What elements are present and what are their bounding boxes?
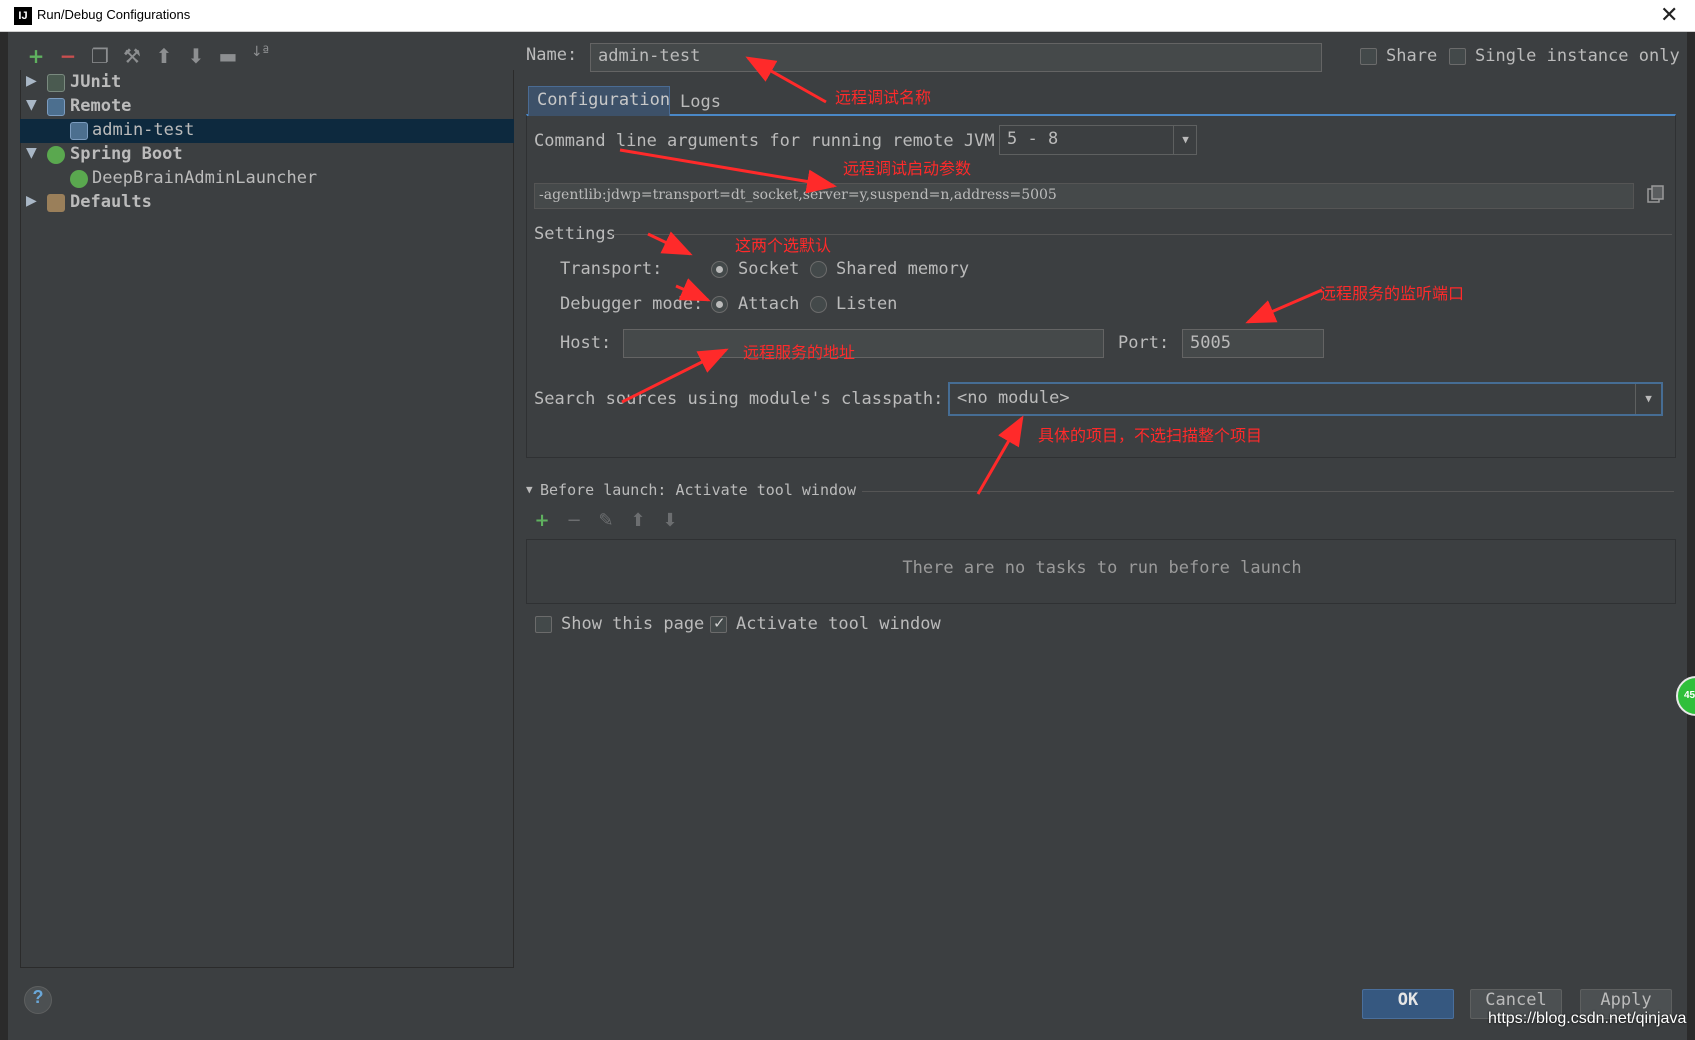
add-task-icon[interactable]: + xyxy=(532,510,552,532)
tree-item-admin-test[interactable]: admin-test xyxy=(20,119,514,143)
tree-item-remote[interactable]: ▼ Remote xyxy=(20,95,514,119)
tree-item-label: admin-test xyxy=(92,120,195,140)
title-bar: IJ Run/Debug Configurations ✕ xyxy=(0,0,1695,32)
tab-logs[interactable]: Logs xyxy=(672,88,728,116)
help-button[interactable]: ? xyxy=(24,986,52,1014)
expand-icon[interactable]: ▶ xyxy=(26,73,37,89)
annotation-server-address: 远程服务的地址 xyxy=(743,343,856,362)
annotation-listen-port: 远程服务的监听端口 xyxy=(1320,284,1465,303)
dropdown-arrow-icon[interactable]: ▼ xyxy=(1635,384,1661,414)
add-icon[interactable]: + xyxy=(25,44,47,68)
defaults-wrench-icon xyxy=(47,194,65,212)
background-strip-right xyxy=(1687,32,1695,1040)
tree-item-defaults[interactable]: ▶ Defaults xyxy=(20,191,514,215)
window-title: Run/Debug Configurations xyxy=(37,7,191,22)
annotation-debug-args: 远程调试启动参数 xyxy=(843,159,972,178)
ok-button[interactable]: OK xyxy=(1362,989,1454,1019)
transport-shared-label: Shared memory xyxy=(836,259,970,279)
tab-configuration[interactable]: Configuration xyxy=(528,86,670,116)
before-launch-divider xyxy=(862,491,1674,492)
single-instance-checkbox[interactable] xyxy=(1449,48,1466,65)
module-label: Search sources using module's classpath: xyxy=(534,389,944,409)
expand-icon[interactable]: ▶ xyxy=(26,193,37,209)
activate-tool-window-label: Activate tool window xyxy=(736,614,941,634)
name-label: Name: xyxy=(526,45,578,65)
tasks-list: There are no tasks to run before launch xyxy=(526,539,1676,604)
transport-socket-radio[interactable] xyxy=(711,261,728,278)
copy-icon[interactable] xyxy=(1646,184,1666,204)
floating-badge[interactable]: 45 xyxy=(1676,676,1695,716)
collapse-icon[interactable]: ▼ xyxy=(26,97,37,113)
spring-boot-icon xyxy=(70,170,88,188)
remote-config-icon xyxy=(70,122,88,140)
spring-boot-icon xyxy=(47,146,65,164)
remove-icon[interactable]: − xyxy=(57,44,79,68)
before-launch-label: Before launch: Activate tool window xyxy=(540,481,857,499)
tree-item-junit[interactable]: ▶ JUnit xyxy=(20,71,514,95)
annotation-debug-name: 远程调试名称 xyxy=(835,88,932,107)
folder-icon[interactable]: ▬ xyxy=(217,44,239,68)
annotation-two-defaults: 这两个选默认 xyxy=(735,236,832,255)
settings-label: Settings xyxy=(534,224,616,244)
sort-icon[interactable]: ↓ª xyxy=(249,44,271,66)
tree-item-spring-boot[interactable]: ▼ Spring Boot xyxy=(20,143,514,167)
close-icon[interactable]: ✕ xyxy=(1660,2,1678,28)
host-label: Host: xyxy=(560,333,612,353)
debugger-listen-radio[interactable] xyxy=(810,296,827,313)
watermark: https://blog.csdn.net/qinjava xyxy=(1488,1010,1687,1027)
remote-icon xyxy=(47,98,65,116)
remove-task-icon[interactable]: − xyxy=(564,510,584,532)
debugger-attach-radio[interactable] xyxy=(711,296,728,313)
collapse-icon[interactable]: ▼ xyxy=(26,145,37,161)
tree-item-label: Defaults xyxy=(70,192,152,212)
tree-item-label: JUnit xyxy=(70,72,122,92)
empty-tasks-text: There are no tasks to run before launch xyxy=(902,558,1302,578)
collapse-icon[interactable]: ▼ xyxy=(526,483,533,496)
debugger-mode-label: Debugger mode: xyxy=(560,294,704,314)
transport-label: Transport: xyxy=(560,259,663,279)
debugger-attach-label: Attach xyxy=(738,294,800,314)
activate-tool-window-checkbox[interactable] xyxy=(710,614,727,633)
host-input[interactable] xyxy=(623,329,1104,358)
move-up-icon[interactable]: ⬆ xyxy=(628,510,648,532)
port-label: Port: xyxy=(1118,333,1170,353)
arrow-down-icon[interactable]: ⬇ xyxy=(185,44,207,68)
share-label: Share xyxy=(1386,46,1438,66)
junit-icon xyxy=(47,74,65,92)
tree-item-label: DeepBrainAdminLauncher xyxy=(92,168,318,188)
port-input[interactable]: 5005 xyxy=(1182,329,1324,358)
edit-task-icon[interactable]: ✎ xyxy=(596,510,616,532)
cmd-args-label: Command line arguments for running remot… xyxy=(534,131,995,151)
annotation-project-note: 具体的项目，不选扫描整个项目 xyxy=(1038,426,1263,445)
app-icon: IJ xyxy=(14,7,32,25)
debugger-listen-label: Listen xyxy=(836,294,898,314)
share-checkbox[interactable] xyxy=(1360,48,1377,65)
tree-item-launcher[interactable]: DeepBrainAdminLauncher xyxy=(20,167,514,191)
transport-socket-label: Socket xyxy=(738,259,800,279)
show-page-label: Show this page xyxy=(561,614,705,634)
tree-item-label: Remote xyxy=(70,96,132,116)
jvm-version-select[interactable]: 5 - 8 xyxy=(999,125,1197,155)
arrow-up-icon[interactable]: ⬆ xyxy=(153,44,175,68)
module-select[interactable]: <no module> xyxy=(948,382,1663,416)
move-down-icon[interactable]: ⬇ xyxy=(660,510,680,532)
background-strip xyxy=(0,32,8,1040)
tree-item-label: Spring Boot xyxy=(70,144,183,164)
dropdown-arrow-icon[interactable]: ▼ xyxy=(1173,125,1197,155)
show-page-checkbox[interactable] xyxy=(535,616,552,633)
single-instance-label: Single instance only xyxy=(1475,46,1680,66)
agent-args-field[interactable]: -agentlib:jdwp=transport=dt_socket,serve… xyxy=(534,183,1634,209)
transport-shared-radio[interactable] xyxy=(810,261,827,278)
name-input[interactable]: admin-test xyxy=(590,43,1322,72)
wrench-icon[interactable]: ⚒ xyxy=(121,44,143,68)
copy-icon[interactable]: ❐ xyxy=(89,44,111,68)
